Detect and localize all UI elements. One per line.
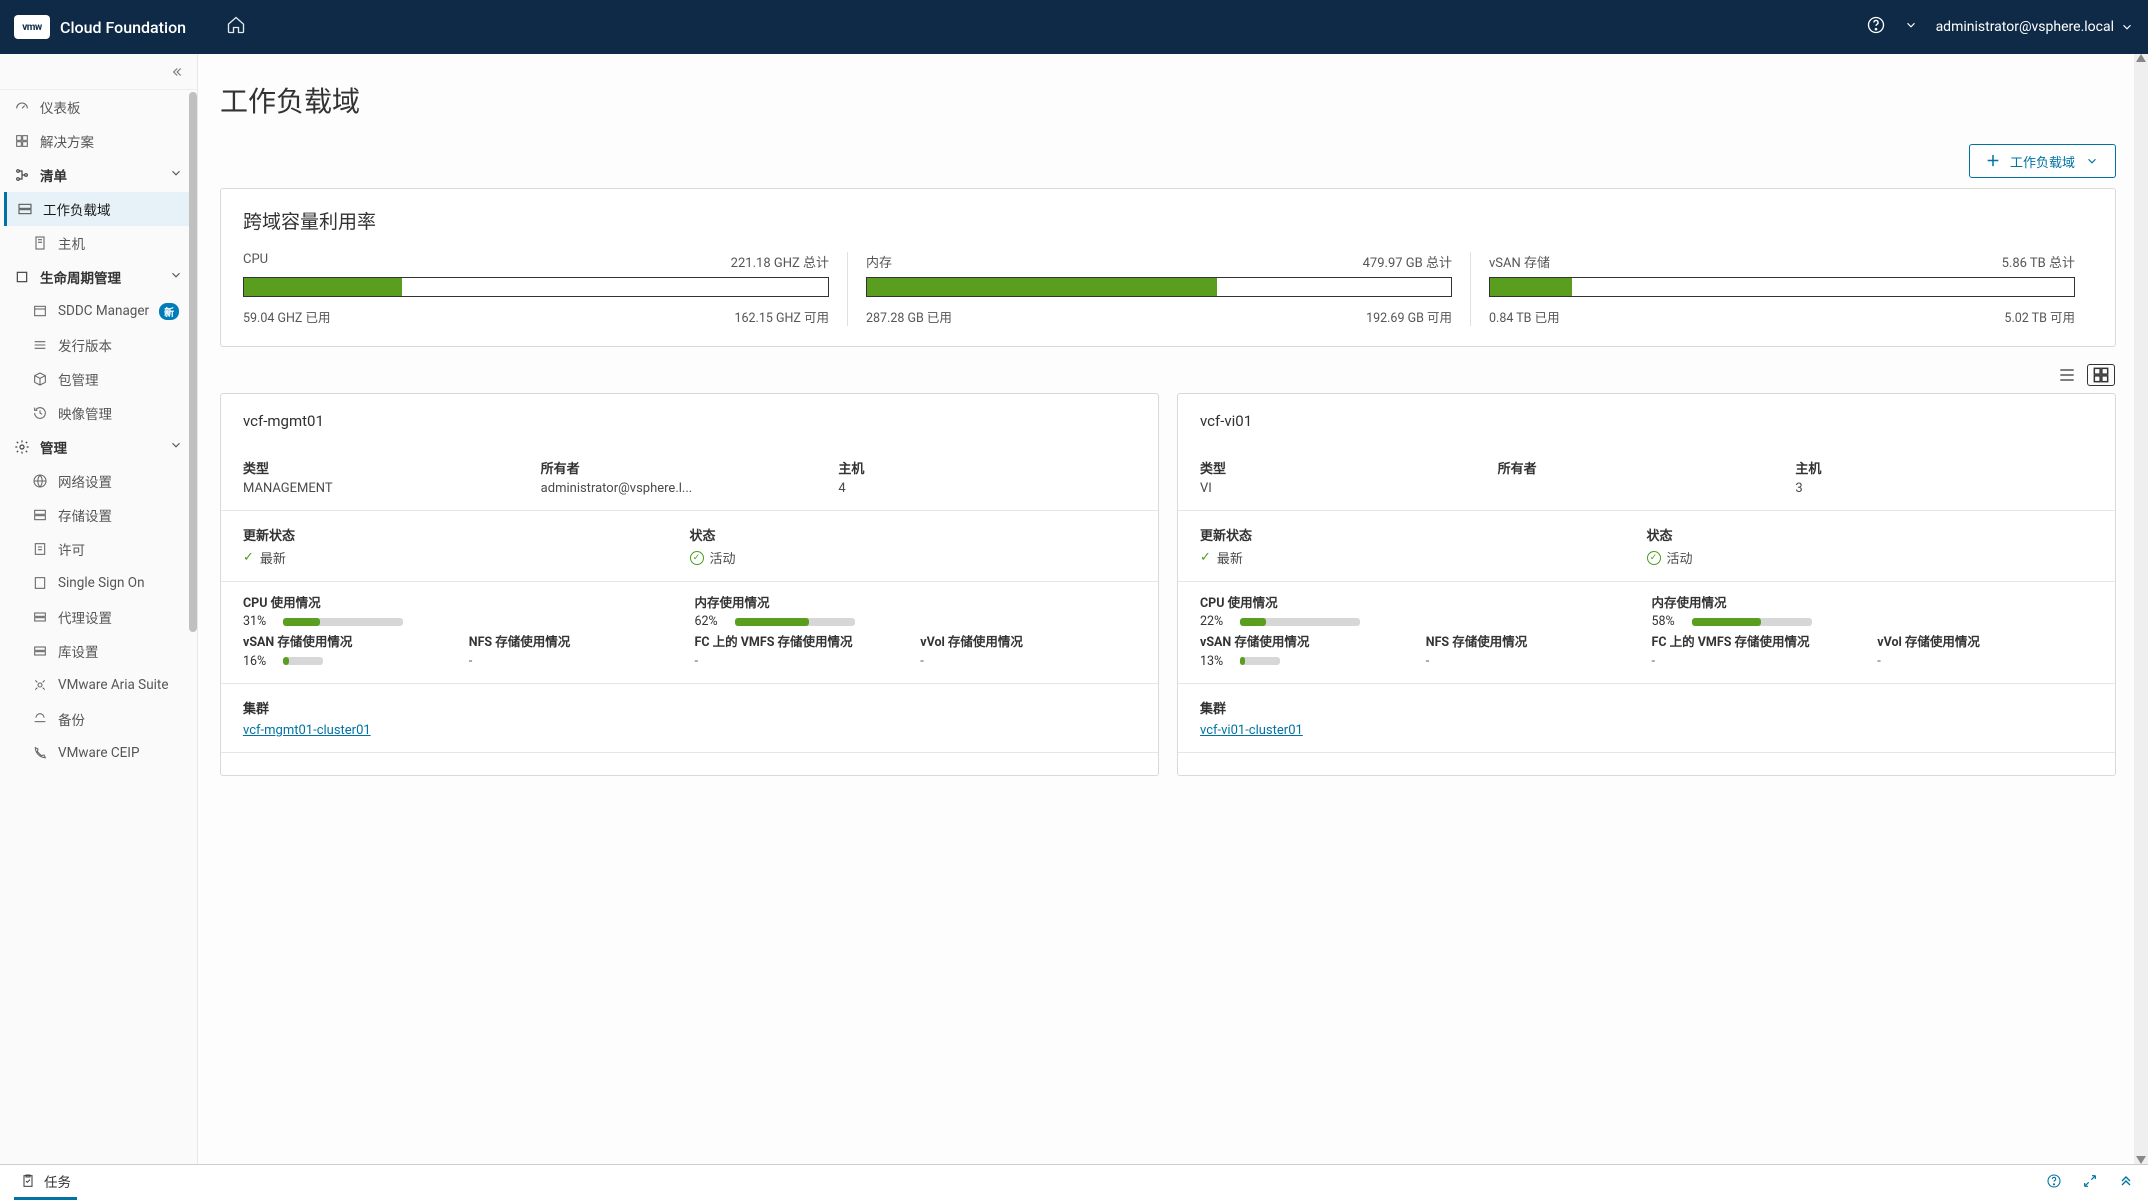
sidebar-item-backup[interactable]: 备份 (0, 702, 197, 736)
chevron-down-icon (2120, 20, 2134, 34)
sidebar-item-ceip[interactable]: VMware CEIP (0, 736, 197, 770)
help-dropdown-icon[interactable] (1904, 18, 1918, 36)
sidebar-item-proxy-settings[interactable]: 代理设置 (0, 600, 197, 634)
main-area: 工作负载域 ＋ 工作负载域 跨域容量利用率 CPU221.18 GHZ 总计 5… (198, 54, 2148, 1164)
grid-icon (2091, 365, 2111, 385)
cycle-icon (14, 269, 30, 285)
usage-bar-vsan (283, 657, 323, 665)
capacity-panel: 跨域容量利用率 CPU221.18 GHZ 总计 59.04 GHZ 已用162… (220, 188, 2116, 347)
capacity-memory: 内存479.97 GB 总计 287.28 GB 已用192.69 GB 可用 (848, 252, 1471, 326)
sidebar-item-depot-settings[interactable]: 库设置 (0, 634, 197, 668)
sidebar-item-package-mgmt[interactable]: 包管理 (0, 362, 197, 396)
usage-bar-cpu (1240, 618, 1360, 626)
card-title: vcf-vi01 (1200, 412, 2093, 430)
capacity-panel-title: 跨域容量利用率 (243, 207, 2093, 234)
expand-icon[interactable] (2082, 1173, 2098, 1193)
sidebar-item-solutions[interactable]: 解决方案 (0, 124, 197, 158)
check-icon: ✓ (1200, 550, 1211, 565)
page-title: 工作负载域 (220, 80, 2116, 120)
sidebar-item-storage-settings[interactable]: 存储设置 (0, 498, 197, 532)
add-workload-domain-button[interactable]: ＋ 工作负载域 (1969, 144, 2116, 178)
domain-icon (17, 201, 33, 217)
cluster-link[interactable]: vcf-mgmt01-cluster01 (243, 723, 371, 738)
clipboard-icon (20, 1173, 36, 1189)
cluster-link[interactable]: vcf-vi01-cluster01 (1200, 723, 1303, 738)
sidebar: 仪表板 解决方案 清单 工作负载域 主机 (0, 54, 198, 1164)
tree-icon (14, 167, 30, 183)
check-icon: ✓ (243, 550, 254, 565)
sidebar-item-image-mgmt[interactable]: 映像管理 (0, 396, 197, 430)
usage-bar-cpu (283, 618, 403, 626)
proxy-icon (32, 609, 48, 625)
status-active-icon: ✓ (1647, 551, 1661, 565)
domain-card-mgmt[interactable]: vcf-mgmt01 类型MANAGEMENT 所有者administrator… (220, 393, 1159, 776)
usage-bar-mem (1692, 618, 1812, 626)
sidebar-item-sddc-manager[interactable]: SDDC Manager 新 (0, 294, 197, 328)
usage-bar-mem (735, 618, 855, 626)
gear-icon (14, 439, 30, 455)
bottom-bar: 任务 (0, 1164, 2148, 1200)
plus-icon: ＋ (1986, 151, 2000, 171)
sidebar-group-inventory[interactable]: 清单 (0, 158, 197, 192)
capacity-bar-cpu (243, 277, 829, 297)
package-icon (32, 371, 48, 387)
chevron-down-icon (169, 268, 183, 286)
sidebar-item-workload-domains[interactable]: 工作负载域 (4, 192, 197, 226)
sidebar-item-hosts[interactable]: 主机 (0, 226, 197, 260)
sidebar-item-licensing[interactable]: 许可 (0, 532, 197, 566)
brand-badge: vmw (14, 15, 50, 39)
key-icon (32, 575, 48, 591)
home-icon[interactable] (226, 15, 246, 39)
brand-title: Cloud Foundation (60, 18, 186, 37)
gauge-icon (14, 99, 30, 115)
chevron-down-icon (169, 438, 183, 456)
sidebar-item-sso[interactable]: Single Sign On (0, 566, 197, 600)
domain-card-vi[interactable]: vcf-vi01 类型VI 所有者 主机3 更新状态 ✓最新 状态 (1177, 393, 2116, 776)
history-icon (32, 405, 48, 421)
stack-icon (32, 337, 48, 353)
sidebar-group-admin[interactable]: 管理 (0, 430, 197, 464)
sidebar-scrollbar[interactable] (189, 92, 197, 632)
collapse-up-icon[interactable] (2118, 1173, 2134, 1193)
sidebar-collapse[interactable] (0, 54, 197, 90)
help-icon[interactable] (2046, 1173, 2062, 1193)
usage-bar-vsan (1240, 657, 1280, 665)
sidebar-item-aria-suite[interactable]: VMware Aria Suite (0, 668, 197, 702)
suite-icon (32, 677, 48, 693)
sidebar-item-network-settings[interactable]: 网络设置 (0, 464, 197, 498)
license-icon (32, 541, 48, 557)
phone-icon (32, 745, 48, 761)
backup-icon (32, 711, 48, 727)
host-icon (32, 235, 48, 251)
sidebar-item-releases[interactable]: 发行版本 (0, 328, 197, 362)
grid-view-button[interactable] (2088, 365, 2114, 385)
card-title: vcf-mgmt01 (243, 412, 1136, 430)
capacity-bar-vsan (1489, 277, 2075, 297)
puzzle-icon (14, 133, 30, 149)
depot-icon (32, 643, 48, 659)
list-view-button[interactable] (2054, 365, 2080, 385)
capacity-cpu: CPU221.18 GHZ 总计 59.04 GHZ 已用162.15 GHZ … (243, 252, 848, 326)
window-icon (32, 303, 48, 319)
chevron-down-icon (169, 166, 183, 184)
top-bar: vmw Cloud Foundation administrator@vsphe… (0, 0, 2148, 54)
chevron-down-icon (2085, 154, 2099, 168)
sidebar-group-lifecycle[interactable]: 生命周期管理 (0, 260, 197, 294)
storage-icon (32, 507, 48, 523)
capacity-vsan: vSAN 存储5.86 TB 总计 0.84 TB 已用5.02 TB 可用 (1471, 252, 2093, 326)
tasks-tab[interactable]: 任务 (14, 1165, 77, 1200)
network-icon (32, 473, 48, 489)
user-menu[interactable]: administrator@vsphere.local (1936, 19, 2134, 35)
help-icon[interactable] (1866, 15, 1886, 39)
main-scrollbar[interactable] (2134, 54, 2148, 1164)
new-badge: 新 (159, 303, 179, 320)
list-icon (2057, 365, 2077, 385)
user-name: administrator@vsphere.local (1936, 19, 2114, 35)
capacity-bar-memory (866, 277, 1452, 297)
sidebar-item-dashboard[interactable]: 仪表板 (0, 90, 197, 124)
status-active-icon: ✓ (690, 551, 704, 565)
